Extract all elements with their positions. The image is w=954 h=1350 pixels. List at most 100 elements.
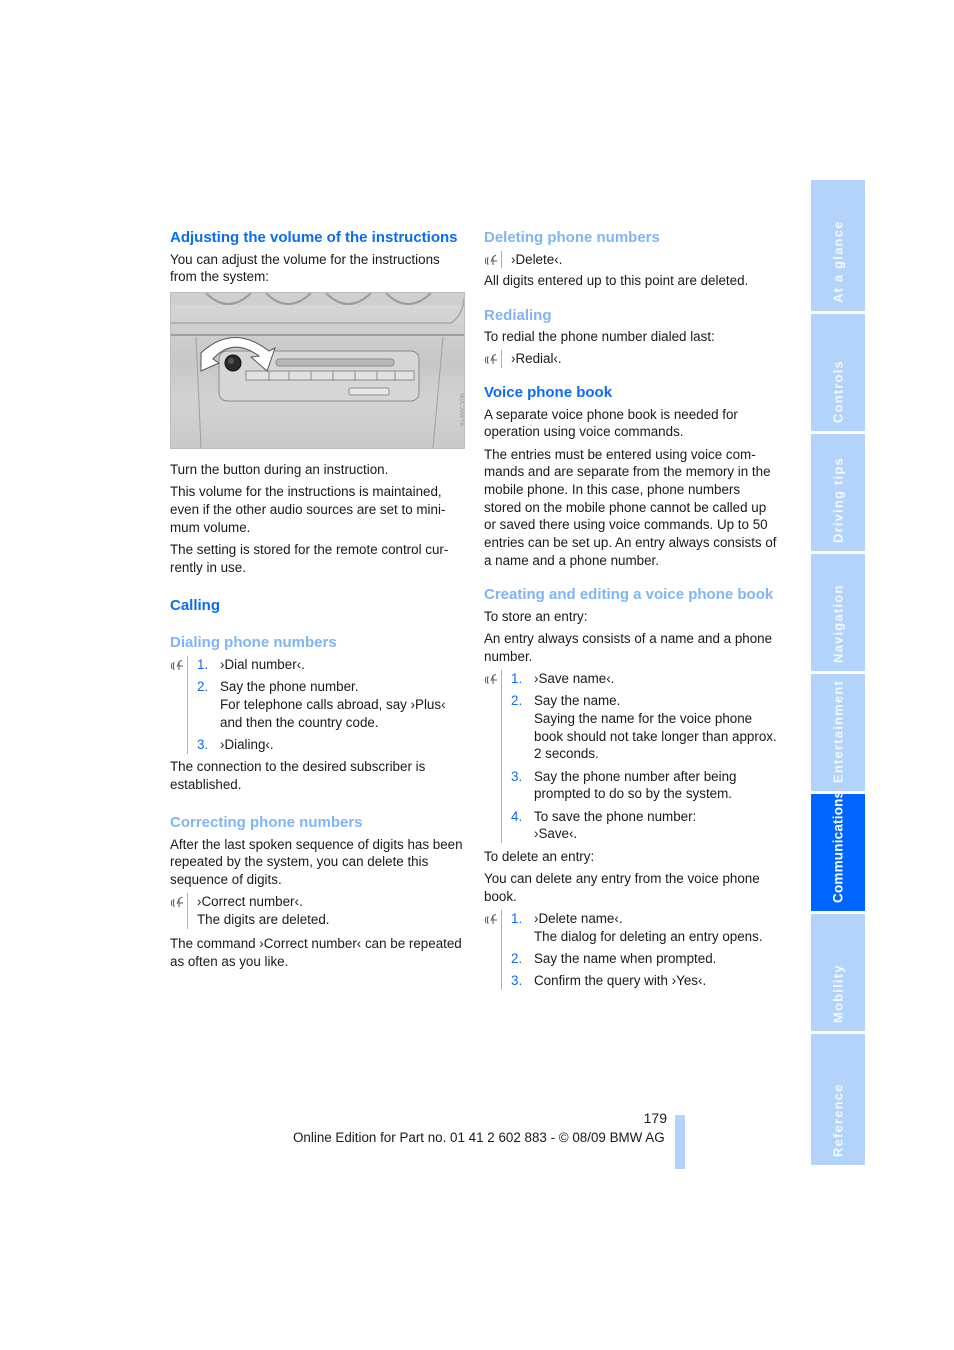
footer-edition: Online Edition for Part no. 01 41 2 602 … bbox=[293, 1130, 665, 1145]
voice-command-icon bbox=[171, 896, 183, 908]
delete-steps: 1. ›Delete name‹. The dialog for deleting… bbox=[484, 909, 779, 990]
correcting-outro: The command ›Correct number‹ can be repe… bbox=[170, 935, 462, 969]
store-note: An entry always consists of a name and a… bbox=[484, 630, 773, 664]
tab-controls[interactable]: Controls bbox=[811, 314, 865, 431]
left-column: Adjusting the volume of the instructions… bbox=[170, 229, 465, 975]
dialing-steps: 1. ›Dial number‹. 2. Say the phone numbe… bbox=[170, 655, 465, 754]
delete-note: You can delete any entry from the voice … bbox=[484, 870, 760, 904]
page-number: 179 bbox=[643, 1110, 667, 1126]
phonebook-heading: Voice phone book bbox=[484, 384, 613, 401]
step-text: Say the name when prompted. bbox=[534, 950, 717, 966]
delete-step: 3. Confirm the query with ›Yes‹. bbox=[511, 972, 779, 990]
tab-mobility[interactable]: Mobility bbox=[811, 914, 865, 1031]
step-main-text: To save the phone number: bbox=[534, 808, 697, 824]
step-text: To save the phone number: ›Save‹. bbox=[534, 808, 779, 843]
step-main-text: ›Delete name‹. bbox=[534, 910, 623, 926]
creating-heading: Creating and editing a voice phone book bbox=[484, 586, 774, 604]
volume-intro: You can adjust the volume for the instru… bbox=[170, 251, 440, 285]
voice-command-icon bbox=[485, 353, 497, 365]
step-text: Say the name. Saying the name for the voi… bbox=[534, 692, 779, 763]
volume-paragraph-1: Turn the button during an instruction. bbox=[170, 461, 389, 477]
voice-block-bar bbox=[501, 250, 502, 269]
step-number: 2. bbox=[511, 693, 523, 709]
voice-command-icon bbox=[171, 659, 183, 671]
step-number: 2. bbox=[197, 679, 209, 695]
volume-paragraph-2: This volume for the instructions is main… bbox=[170, 484, 446, 535]
page-marker bbox=[675, 1115, 685, 1169]
tab-reference[interactable]: Reference bbox=[811, 1034, 865, 1165]
voice-command-icon bbox=[485, 673, 497, 684]
phonebook-paragraph-2: The entries must be entered using voice … bbox=[484, 446, 777, 568]
store-intro: To store an entry: bbox=[484, 608, 588, 624]
deleting-note: All digits entered up to this point are … bbox=[484, 273, 749, 289]
tab-label: Mobility bbox=[830, 964, 846, 1023]
tab-at-a-glance[interactable]: At a glance bbox=[811, 180, 865, 311]
correcting-intro: After the last spoken sequence of digits… bbox=[170, 836, 463, 888]
redialing-command-block: ›Redial‹. bbox=[484, 350, 779, 368]
volume-paragraph-3: The setting is stored for the remote con… bbox=[170, 541, 449, 575]
delete-step: 2. Say the name when prompted. bbox=[511, 950, 779, 968]
step-number: 4. bbox=[511, 808, 523, 824]
tab-label: Navigation bbox=[830, 584, 846, 663]
redialing-heading: Redialing bbox=[484, 306, 552, 324]
step-number: 3. bbox=[511, 973, 523, 989]
tab-driving-tips[interactable]: Driving tips bbox=[811, 434, 865, 551]
store-step: 3. Say the phone number after being prom… bbox=[511, 768, 779, 803]
dialing-heading: Dialing phone numbers bbox=[170, 634, 337, 652]
tab-label: Communications bbox=[830, 790, 846, 903]
figure-code: W2C39WYA bbox=[458, 393, 464, 426]
command-text: ›Delete‹. bbox=[511, 251, 563, 267]
phonebook-paragraph-1: A separate voice phone book is needed fo… bbox=[484, 406, 738, 440]
voice-block-bar bbox=[187, 893, 188, 929]
tab-label: Driving tips bbox=[830, 457, 846, 543]
store-step: 4. To save the phone number: ›Save‹. bbox=[511, 808, 779, 843]
step-text: ›Dial number‹. bbox=[220, 656, 305, 672]
voice-block-bar bbox=[501, 909, 502, 990]
dialing-step: 2. Say the phone number. For telephone ca… bbox=[197, 678, 465, 731]
tab-label: At a glance bbox=[830, 220, 846, 303]
step-number: 1. bbox=[511, 910, 523, 926]
step-note: ›Save‹. bbox=[534, 826, 578, 842]
voice-block-bar bbox=[501, 669, 502, 843]
deleting-heading: Deleting phone numbers bbox=[484, 229, 660, 246]
deleting-command-block: ›Delete‹. bbox=[484, 250, 779, 269]
correcting-heading: Correcting phone numbers bbox=[170, 814, 363, 832]
step-note: For telephone calls abroad, say ›Plus‹ a… bbox=[220, 696, 446, 730]
tab-navigation[interactable]: Navigation bbox=[811, 554, 865, 671]
delete-step: 1. ›Delete name‹. The dialog for deleting… bbox=[511, 910, 779, 945]
dialing-step: 3. ›Dialing‹. bbox=[197, 736, 465, 754]
voice-command-icon bbox=[485, 254, 497, 265]
store-steps: 1. ›Save name‹. 2. Say the name. Saying t… bbox=[484, 669, 779, 843]
tab-label: Entertainment bbox=[830, 679, 846, 783]
volume-knob-figure: W2C39WYA bbox=[170, 291, 465, 449]
step-text: ›Dialing‹. bbox=[220, 736, 274, 752]
step-main-text: Say the name. bbox=[534, 693, 621, 709]
step-text: Confirm the query with ›Yes‹. bbox=[534, 973, 707, 989]
store-step: 1. ›Save name‹. bbox=[511, 670, 779, 688]
tab-communications[interactable]: Communications bbox=[811, 790, 865, 911]
step-number: 3. bbox=[197, 736, 209, 752]
tab-entertainment[interactable]: Entertainment bbox=[811, 674, 865, 791]
step-text: Say the phone number. For telephone calls… bbox=[220, 678, 465, 731]
dialing-result: The connection to the desired subscriber… bbox=[170, 759, 426, 792]
step-number: 2. bbox=[511, 950, 523, 966]
step-text: Say the phone number after being prompte… bbox=[534, 768, 737, 802]
voice-block-bar bbox=[501, 350, 502, 368]
chapter-tabs: At a glance Controls Driving tips Naviga… bbox=[811, 180, 865, 1168]
step-note: The dialog for deleting an entry opens. bbox=[534, 928, 763, 944]
delete-intro: To delete an entry: bbox=[484, 848, 595, 864]
voice-command-icon bbox=[485, 913, 497, 924]
voice-block-bar bbox=[187, 655, 188, 754]
step-main-text: Say the phone number. bbox=[220, 679, 359, 695]
tab-label: Reference bbox=[830, 1083, 846, 1157]
calling-heading: Calling bbox=[170, 596, 221, 614]
store-step: 2. Say the name. Saying the name for the … bbox=[511, 692, 779, 763]
step-number: 1. bbox=[511, 670, 523, 686]
correcting-command-block: ›Correct number‹. The digits are deleted… bbox=[170, 893, 465, 929]
step-number: 3. bbox=[511, 768, 523, 784]
command-text: ›Correct number‹. bbox=[197, 894, 303, 910]
command-text: ›Redial‹. bbox=[511, 351, 562, 367]
tab-label: Controls bbox=[830, 359, 846, 423]
dialing-step: 1. ›Dial number‹. bbox=[197, 656, 465, 674]
volume-heading: Adjusting the volume of the instructions bbox=[170, 229, 458, 246]
